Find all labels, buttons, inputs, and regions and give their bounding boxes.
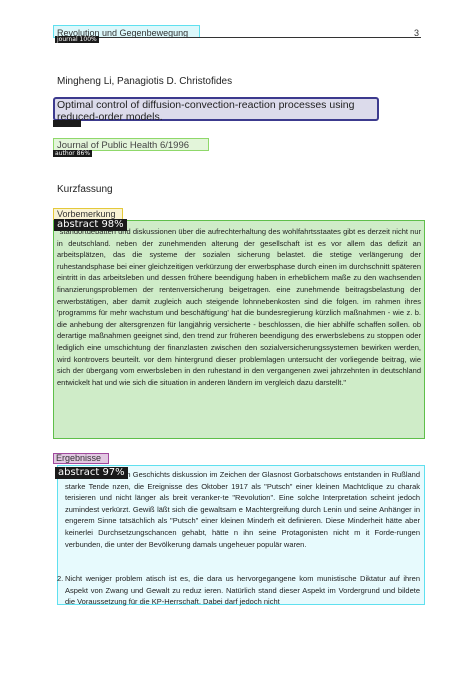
ergebnisse-heading: Ergebnisse bbox=[56, 453, 102, 463]
abstract-paragraph: "standortdebatten und diskussionen über … bbox=[57, 227, 421, 387]
vorbemerkung-heading: Vorbemerkung bbox=[57, 209, 116, 219]
author-annotation-tag: author 86% bbox=[53, 150, 93, 157]
header-rule bbox=[55, 37, 421, 38]
results-paragraph-1: abe einer kritischen Geschichts diskussi… bbox=[65, 470, 420, 549]
title-annotation-tag: title 94% bbox=[53, 120, 81, 127]
authors-line: Mingheng Li, Panagiotis D. Christofides bbox=[57, 76, 233, 87]
paper-title: Optimal control of diffusion-convection-… bbox=[57, 99, 355, 123]
results-annotation-tag: abstract 97% bbox=[55, 467, 128, 479]
results-paragraph-2-number: 2. bbox=[57, 574, 64, 583]
kurzfassung-heading: Kurzfassung bbox=[57, 184, 113, 195]
journal-annotation-tag: journal 100% bbox=[55, 36, 99, 43]
results-paragraph-2: Nicht weniger problem atisch ist es, die… bbox=[65, 574, 420, 607]
